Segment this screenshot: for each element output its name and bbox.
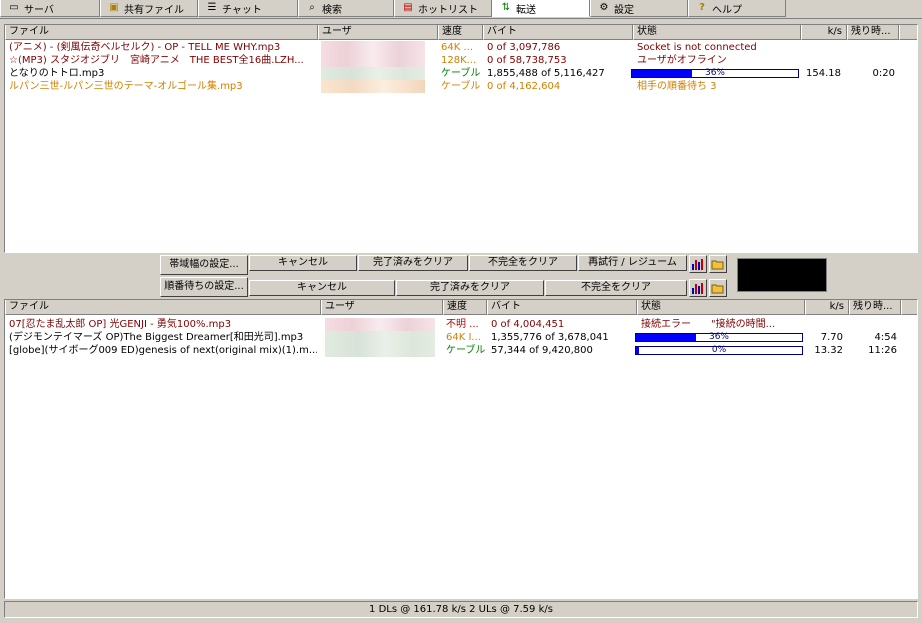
file-name: となりのトトロ.mp3: [9, 68, 105, 79]
user-name-redacted: [325, 318, 435, 331]
column-header-speed[interactable]: 速度: [438, 25, 483, 40]
transfer-speed: ケーブル: [446, 345, 486, 356]
download-graph-button[interactable]: [689, 255, 707, 273]
column-header-rate[interactable]: k/s: [801, 25, 847, 40]
progress-label: 36%: [704, 68, 725, 78]
transfer-status: 相手の順番待ち 3: [637, 81, 717, 92]
tab-help[interactable]: ? ヘルプ: [688, 0, 786, 17]
transfer-rate: 7.70: [820, 332, 843, 343]
column-header-user[interactable]: ユーザ: [321, 300, 443, 315]
bytes-transferred: 0 of 4,004,451: [491, 319, 565, 330]
file-name: ルパン三世-ルパン三世のテーマ-オルゴール集.mp3: [9, 81, 243, 92]
time-remaining: 4:54: [874, 332, 897, 343]
tab-settings[interactable]: ⚙ 設定: [590, 0, 688, 17]
user-name-redacted: [321, 67, 425, 80]
column-header-file[interactable]: ファイル: [5, 300, 321, 315]
tab-search[interactable]: ⌕ 検索: [298, 0, 394, 17]
bar-graph-icon: [692, 259, 703, 270]
column-header-speed[interactable]: 速度: [443, 300, 487, 315]
tab-shared-files[interactable]: ▣ 共有ファイル: [100, 0, 198, 17]
transfer-speed: ケーブル: [441, 81, 481, 92]
chat-icon: ☰: [207, 2, 217, 13]
bandwidth-graph-display: [737, 258, 827, 292]
file-name: 07[忍たま乱太郎 OP] 光GENJI - 勇気100%.mp3: [9, 319, 232, 330]
transfer-speed: 不明 ...: [446, 319, 479, 330]
transfer-speed: 128K...: [441, 55, 477, 66]
upload-progress-bar: 0%: [635, 345, 803, 355]
bytes-transferred: 0 of 3,097,786: [487, 42, 561, 53]
bytes-transferred: 57,344 of 9,420,800: [491, 345, 593, 356]
tab-hotlist[interactable]: ▤ ホットリスト: [394, 0, 492, 17]
bytes-transferred: 0 of 4,162,604: [487, 81, 561, 92]
transfer-rate: 13.32: [814, 345, 843, 356]
transfer-status: ユーザがオフライン: [637, 55, 727, 66]
download-cancel-button[interactable]: キャンセル: [249, 255, 357, 271]
column-header-bytes[interactable]: バイト: [487, 300, 637, 315]
help-icon: ?: [699, 2, 705, 13]
settings-icon: ⚙: [599, 2, 609, 13]
transfer-arrows-icon: ⇅: [501, 2, 511, 13]
user-name-redacted: [321, 41, 425, 54]
column-header-remaining[interactable]: 残り時...: [849, 300, 901, 315]
user-name-redacted: [321, 54, 425, 67]
column-header-filler: [899, 25, 917, 40]
user-name-redacted: [325, 344, 435, 357]
tab-chat[interactable]: ☰ チャット: [198, 0, 298, 17]
folder-icon: ▣: [109, 2, 119, 13]
column-header-status[interactable]: 状態: [633, 25, 801, 40]
transfer-speed: 64K I...: [446, 332, 481, 343]
download-open-folder-button[interactable]: [709, 255, 727, 273]
bytes-transferred: 1,855,488 of 5,116,427: [487, 68, 605, 79]
bar-graph-icon: [692, 283, 703, 294]
user-name-redacted: [325, 331, 435, 344]
file-name: (デジモンテイマーズ OP)The Biggest Dreamer[和田光司].…: [9, 332, 304, 343]
main-tab-bar: ▭ サーバ ▣ 共有ファイル ☰ チャット ⌕ 検索 ▤ ホットリスト ⇅ 転送 ⚙ 設定 ?…: [0, 0, 922, 19]
upload-progress-bar: 36%: [635, 332, 803, 342]
upload-clear-done-button[interactable]: 完了済みをクリア: [396, 280, 544, 296]
transfer-status: 接続エラー "接続の時間...: [641, 319, 776, 330]
download-progress-bar: 36%: [631, 68, 799, 78]
file-name: ☆(MP3) スタジオジブリ 宮崎アニメ THE BEST全16曲.LZH...: [9, 55, 304, 66]
upload-graph-button[interactable]: [689, 279, 707, 297]
user-name-redacted: [321, 80, 425, 93]
folder-icon: [711, 260, 724, 270]
progress-label: 0%: [711, 345, 727, 355]
bandwidth-settings-button[interactable]: 帯域幅の設定...: [160, 255, 248, 275]
download-list[interactable]: ファイル ユーザ 速度 バイト 状態 k/s 残り時... (アニメ) - (剣…: [4, 24, 918, 253]
time-remaining: 11:26: [868, 345, 897, 356]
column-header-bytes[interactable]: バイト: [483, 25, 633, 40]
upload-list[interactable]: ファイル ユーザ 速度 バイト 状態 k/s 残り時... 07[忍たま乱太郎 …: [4, 299, 918, 599]
download-clear-incomplete-button[interactable]: 不完全をクリア: [469, 255, 577, 271]
file-name: (アニメ) - (剣風伝奇ベルセルク) - OP - TELL ME WHY.m…: [9, 42, 281, 53]
column-header-remaining[interactable]: 残り時...: [847, 25, 899, 40]
time-remaining: 0:20: [872, 68, 895, 79]
transfer-speed: 64K ...: [441, 42, 473, 53]
tab-server[interactable]: ▭ サーバ: [0, 0, 100, 17]
column-header-file[interactable]: ファイル: [5, 25, 318, 40]
bytes-transferred: 0 of 58,738,753: [487, 55, 567, 66]
transfer-speed: ケーブル: [441, 68, 481, 79]
folder-icon: [711, 284, 724, 294]
column-header-user[interactable]: ユーザ: [318, 25, 438, 40]
file-name: [globe](サイボーグ009 ED)genesis of next(orig…: [9, 345, 317, 356]
upload-cancel-button[interactable]: キャンセル: [249, 280, 395, 296]
download-clear-done-button[interactable]: 完了済みをクリア: [358, 255, 468, 271]
status-bar: 1 DLs @ 161.78 k/s 2 ULs @ 7.59 k/s: [4, 601, 918, 618]
column-header-rate[interactable]: k/s: [805, 300, 849, 315]
upload-open-folder-button[interactable]: [709, 279, 727, 297]
column-header-filler: [901, 300, 917, 315]
bytes-transferred: 1,355,776 of 3,678,041: [491, 332, 609, 343]
column-header-status[interactable]: 状態: [637, 300, 805, 315]
transfer-status: Socket is not connected: [637, 42, 757, 53]
transfer-rate: 154.18: [806, 68, 841, 79]
tab-transfer[interactable]: ⇅ 転送: [492, 0, 590, 17]
hotlist-icon: ▤: [403, 2, 413, 13]
download-retry-resume-button[interactable]: 再試行 / レジューム: [578, 255, 687, 271]
server-icon: ▭: [9, 2, 19, 13]
queue-settings-button[interactable]: 順番待ちの設定...: [160, 277, 248, 297]
progress-label: 36%: [708, 332, 729, 342]
search-icon: ⌕: [309, 2, 315, 13]
upload-clear-incomplete-button[interactable]: 不完全をクリア: [545, 280, 687, 296]
